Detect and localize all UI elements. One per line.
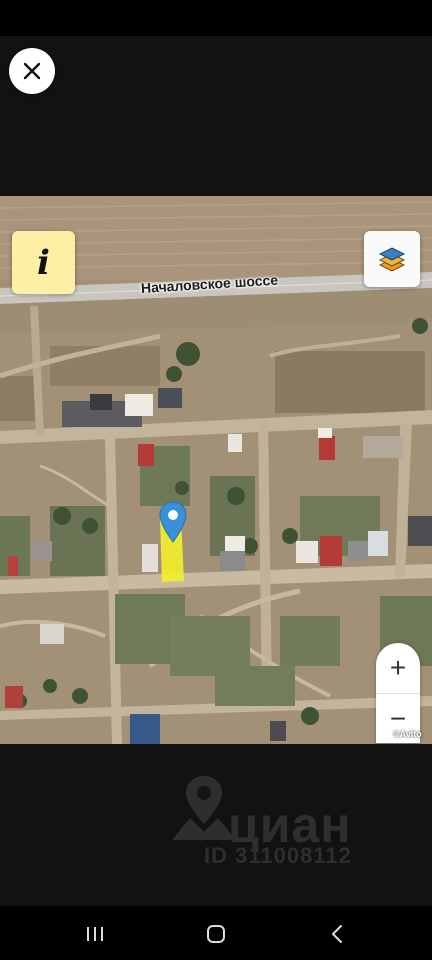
recents-icon bbox=[87, 927, 103, 941]
info-button[interactable]: i bbox=[12, 231, 75, 294]
map-attribution: ©Avito bbox=[393, 729, 422, 739]
layers-button[interactable] bbox=[364, 231, 420, 287]
watermark-listing-id: ID 311008112 bbox=[204, 843, 352, 868]
close-button[interactable] bbox=[9, 48, 55, 94]
back-button[interactable] bbox=[317, 916, 357, 952]
top-backdrop bbox=[0, 36, 432, 196]
back-icon bbox=[332, 925, 342, 943]
zoom-controls: + − bbox=[376, 643, 420, 743]
zoom-in-button[interactable]: + bbox=[376, 643, 420, 693]
home-button[interactable] bbox=[196, 916, 236, 952]
layers-icon bbox=[378, 247, 406, 272]
status-bar bbox=[0, 0, 432, 36]
close-icon bbox=[23, 62, 41, 80]
location-pin-icon[interactable] bbox=[159, 501, 187, 543]
recents-button[interactable] bbox=[75, 916, 115, 952]
info-icon: i bbox=[37, 242, 50, 283]
home-icon bbox=[207, 925, 225, 943]
